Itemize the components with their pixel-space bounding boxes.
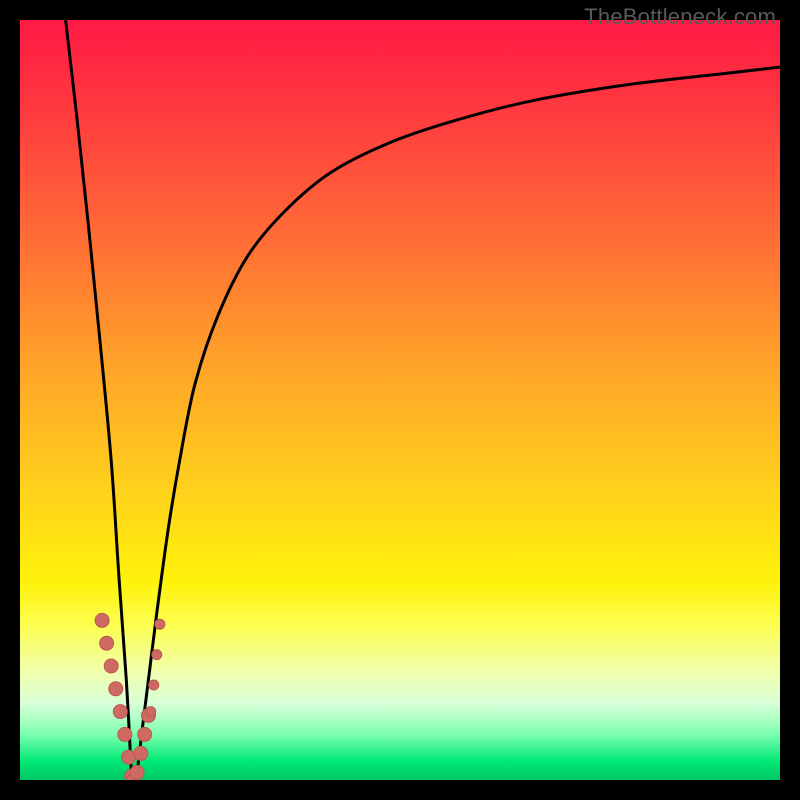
data-point — [146, 707, 156, 717]
chart-frame: TheBottleneck.com — [0, 0, 800, 800]
series-right-branch — [136, 67, 780, 780]
data-point — [118, 727, 132, 741]
data-point — [152, 650, 162, 660]
data-point — [155, 619, 165, 629]
data-point — [138, 727, 152, 741]
series-left-branch — [66, 20, 132, 780]
data-point — [149, 680, 159, 690]
data-point — [134, 746, 148, 760]
data-point — [130, 765, 144, 779]
data-point — [95, 613, 109, 627]
data-point — [100, 636, 114, 650]
chart-svg — [20, 20, 780, 780]
data-point — [113, 705, 127, 719]
data-point — [104, 659, 118, 673]
data-point — [109, 682, 123, 696]
plot-area — [20, 20, 780, 780]
